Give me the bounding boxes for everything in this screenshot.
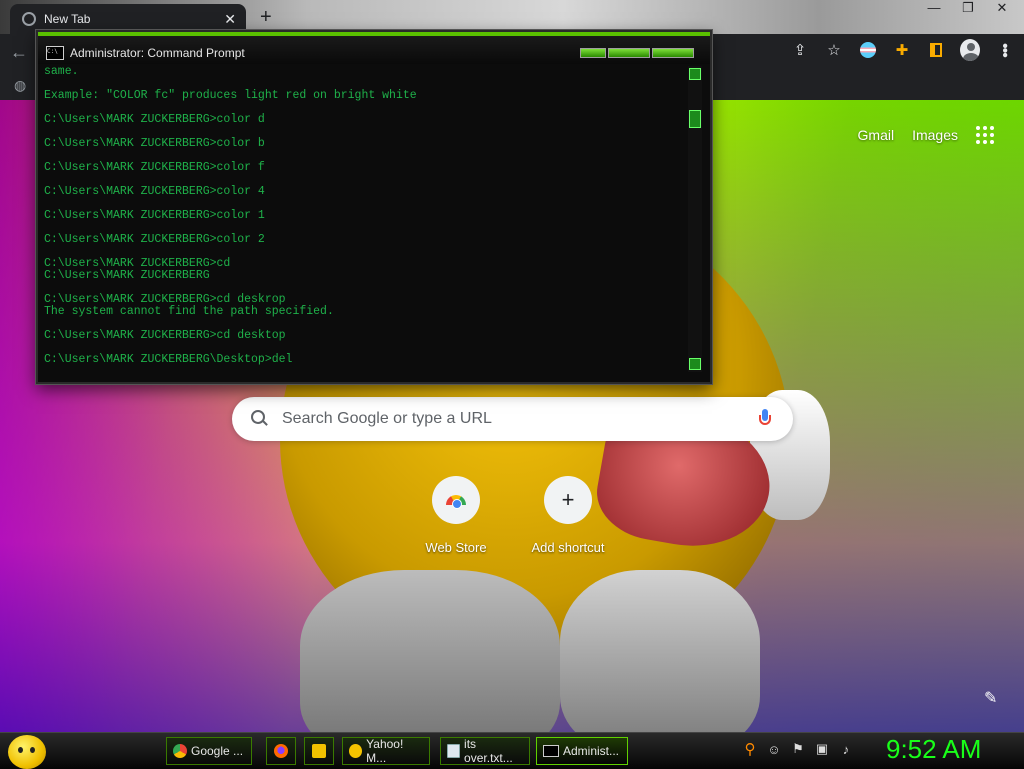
task-file-explorer[interactable] (304, 737, 334, 765)
folder-icon (312, 744, 326, 758)
profile-flag-icon[interactable] (858, 40, 878, 60)
google-apps-icon[interactable] (976, 126, 994, 144)
scroll-thumb[interactable] (689, 110, 701, 128)
cmd-line: C:\Users\MARK ZUCKERBERG>color b (44, 137, 265, 150)
toolbar-icons: ⇪ ☆ ✚ ••• (790, 39, 1014, 61)
side-panel-icon[interactable] (926, 40, 946, 60)
command-prompt-window[interactable]: C:\ Administrator: Command Prompt same. E… (36, 30, 712, 384)
restore-button[interactable]: ❐ (956, 0, 980, 16)
search-tray-icon[interactable]: ⚲ (742, 741, 758, 758)
top-links: Gmail Images (858, 126, 994, 144)
tab-title: New Tab (44, 12, 91, 26)
volume-icon[interactable]: ♪ (838, 741, 854, 757)
taskbar: Google ... Yahoo! M... its over.txt... A… (0, 732, 1024, 769)
cmd-window-icon: C:\ (46, 46, 64, 60)
share-icon[interactable]: ⇪ (790, 40, 810, 60)
task-label: Yahoo! M... (366, 737, 404, 765)
images-link[interactable]: Images (912, 127, 958, 143)
cmd-line: C:\Users\MARK ZUCKERBERG>color 4 (44, 185, 265, 198)
web-store-tile[interactable] (432, 476, 480, 524)
task-google-chrome[interactable]: Google ... (166, 737, 252, 765)
firefox-icon (274, 744, 288, 758)
cmd-title: Administrator: Command Prompt (70, 46, 245, 60)
messenger-tray-icon[interactable]: ☺ (766, 741, 782, 757)
shortcut-label: Add shortcut (531, 540, 605, 555)
notepad-icon (447, 744, 461, 758)
task-command-prompt[interactable]: Administ... (536, 737, 628, 765)
cmd-window-controls (580, 48, 694, 58)
network-icon[interactable]: ▣ (814, 741, 830, 757)
start-smiley-button[interactable] (8, 735, 46, 769)
cmd-output[interactable]: same. Example: "COLOR fc" produces light … (44, 66, 684, 372)
clock[interactable]: 9:52 AM (886, 734, 981, 765)
task-notepad[interactable]: its over.txt... (440, 737, 530, 765)
scroll-up-arrow-icon[interactable] (689, 68, 701, 80)
task-label: Administ... (563, 744, 620, 758)
yahoo-smiley-icon (349, 744, 363, 758)
left-shoe-image (300, 570, 560, 732)
task-yahoo-mail[interactable]: Yahoo! M... (342, 737, 430, 765)
shortcut-label: Web Store (425, 540, 487, 555)
tab-strip: New Tab ✕ + — ❐ ✕ (0, 0, 1024, 34)
minimize-button[interactable]: — (922, 0, 946, 16)
chrome-icon (173, 744, 187, 758)
cmd-line: Example: "COLOR fc" produces light red o… (44, 89, 417, 102)
cmd-titlebar[interactable]: C:\ Administrator: Command Prompt (38, 32, 710, 64)
add-shortcut-plus-icon[interactable]: + (544, 476, 592, 524)
cmd-line: C:\Users\MARK ZUCKERBERG>color d (44, 113, 265, 126)
cmd-line: C:\Users\MARK ZUCKERBERG>color f (44, 161, 265, 174)
globe-icon[interactable]: ◍ (14, 77, 26, 94)
cmd-icon (543, 745, 559, 757)
shortcut-add[interactable]: + Add shortcut (512, 476, 624, 555)
right-shoe-image (560, 570, 760, 732)
close-window-button[interactable]: ✕ (990, 0, 1014, 16)
search-icon (250, 409, 270, 429)
cmd-line: C:\Users\MARK ZUCKERBERG>cd desktop (44, 329, 286, 342)
cmd-line: The system cannot find the path specifie… (44, 305, 334, 318)
new-tab-button[interactable]: + (260, 6, 272, 29)
search-box[interactable]: Search Google or type a URL (232, 397, 793, 441)
cmd-close-button[interactable] (652, 48, 694, 58)
window-controls: — ❐ ✕ (922, 0, 1014, 16)
cmd-maximize-button[interactable] (608, 48, 650, 58)
cmd-minimize-button[interactable] (580, 48, 606, 58)
task-label: Google ... (191, 744, 244, 758)
chrome-tab-icon (22, 12, 36, 26)
voice-search-mic-icon[interactable] (759, 409, 771, 429)
task-firefox[interactable] (266, 737, 296, 765)
customize-pencil-icon[interactable]: ✎ (984, 688, 997, 708)
avatar-icon[interactable] (960, 39, 980, 61)
menu-dots-icon[interactable]: ••• (994, 40, 1014, 60)
action-center-flag-icon[interactable]: ⚑ (790, 741, 806, 757)
shortcut-web-store[interactable]: Web Store (400, 476, 512, 555)
scroll-down-arrow-icon[interactable] (689, 358, 701, 370)
gmail-link[interactable]: Gmail (858, 127, 895, 143)
cmd-line: same. (44, 66, 79, 78)
system-tray: ⚲ ☺ ⚑ ▣ ♪ (742, 741, 854, 758)
cmd-line: C:\Users\MARK ZUCKERBERG>color 1 (44, 209, 265, 222)
cmd-scrollbar[interactable] (688, 66, 702, 372)
tab-close-icon[interactable]: ✕ (224, 11, 236, 28)
search-input[interactable]: Search Google or type a URL (282, 410, 759, 428)
bookmark-star-icon[interactable]: ☆ (824, 40, 844, 60)
task-label: its over.txt... (464, 737, 513, 765)
cmd-line: C:\Users\MARK ZUCKERBERG>color 2 (44, 233, 265, 246)
cmd-line: C:\Users\MARK ZUCKERBERG\Desktop>del (44, 353, 293, 366)
web-store-icon (446, 495, 466, 509)
back-arrow-icon[interactable]: ← (10, 42, 28, 63)
extensions-puzzle-icon[interactable]: ✚ (892, 40, 912, 60)
cmd-line: C:\Users\MARK ZUCKERBERG (44, 269, 210, 282)
